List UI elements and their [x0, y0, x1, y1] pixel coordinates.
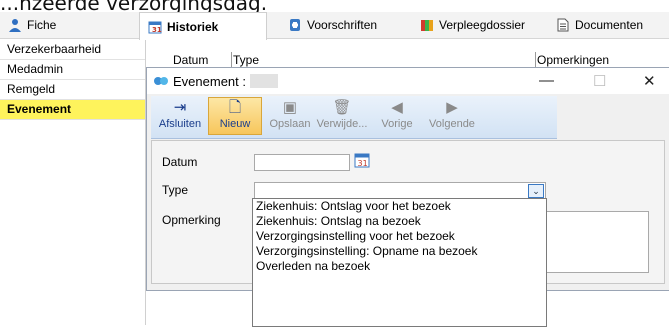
prescription-icon	[288, 18, 302, 32]
exit-icon: ⇥	[173, 99, 187, 116]
tab-voorschriften[interactable]: Voorschriften	[288, 12, 408, 38]
sidebar-item-remgeld[interactable]: Remgeld	[0, 80, 145, 100]
nieuw-button[interactable]: 🗋 Nieuw	[208, 97, 262, 135]
afsluiten-label: Afsluiten	[158, 118, 202, 130]
arrow-right-icon: ▶	[446, 99, 458, 116]
type-option[interactable]: Verzorgingsinstelling voor het bezoek	[253, 229, 546, 244]
volgende-label: Volgende	[429, 118, 475, 130]
type-option[interactable]: Verzorgingsinstelling: Opname na bezoek	[253, 244, 546, 259]
books-icon	[420, 18, 434, 32]
volgende-button[interactable]: ▶ Volgende	[426, 98, 478, 130]
type-dropdown-list: Ziekenhuis: Ontslag voor het bezoek Ziek…	[252, 198, 547, 327]
dialog-toolbar: ⇥ Afsluiten 🗋 Nieuw ▣ Opslaan 🗑 Verwijde…	[151, 96, 557, 139]
type-dropdown[interactable]: ⌄	[254, 182, 546, 199]
column-header-type[interactable]: Type	[233, 53, 259, 67]
nieuw-label: Nieuw	[219, 118, 251, 130]
sidebar-item-verzekerbaarheid[interactable]: Verzekerbaarheid	[0, 40, 145, 60]
tab-documenten-label: Documenten	[575, 18, 644, 32]
verwijderen-button[interactable]: 🗑 Verwijde...	[316, 98, 368, 130]
tab-historiek-label: Historiek	[167, 19, 219, 34]
trash-icon: 🗑	[332, 99, 352, 116]
dialog-title: Evenement :	[173, 73, 246, 89]
new-document-icon: 🗋	[228, 99, 242, 116]
document-icon	[556, 18, 570, 32]
opslaan-label: Opslaan	[269, 118, 311, 130]
svg-text:31: 31	[358, 159, 368, 168]
vorige-button[interactable]: ◀ Vorige	[371, 98, 423, 130]
type-label: Type	[162, 183, 189, 197]
user-icon	[8, 18, 22, 32]
calendar-icon: 31	[148, 20, 162, 34]
verwijderen-label: Verwijde...	[316, 118, 368, 130]
dialog-app-icon	[153, 74, 169, 88]
sidebar-item-evenement[interactable]: Evenement	[0, 100, 145, 120]
arrow-left-icon: ◀	[391, 99, 403, 116]
chevron-down-icon[interactable]: ⌄	[528, 184, 544, 198]
save-icon: ▣	[282, 99, 298, 116]
top-tab-bar: Fiche 31 Historiek Voorschriften Verplee…	[0, 12, 669, 40]
sidebar: Verzekerbaarheid Medadmin Remgeld Evenem…	[0, 40, 146, 325]
maximize-icon[interactable]: ☐	[593, 72, 606, 90]
type-option[interactable]: Ziekenhuis: Ontslag na bezoek	[253, 214, 546, 229]
vorige-label: Vorige	[381, 118, 413, 130]
afsluiten-button[interactable]: ⇥ Afsluiten	[154, 98, 206, 130]
tab-fiche-label: Fiche	[27, 18, 57, 32]
tab-verpleegdossier[interactable]: Verpleegdossier	[420, 12, 540, 38]
close-icon[interactable]: ✕	[643, 72, 656, 90]
datum-label: Datum	[162, 155, 198, 169]
column-divider	[231, 52, 232, 67]
tab-voorschriften-label: Voorschriften	[307, 18, 378, 32]
type-option[interactable]: Overleden na bezoek	[253, 259, 546, 274]
calendar-picker-icon[interactable]: 31	[354, 152, 370, 171]
minimize-icon[interactable]: —	[539, 72, 554, 89]
tab-historiek[interactable]: 31 Historiek	[139, 12, 267, 40]
datum-field[interactable]	[254, 154, 350, 171]
svg-text:31: 31	[152, 26, 162, 34]
redacted-patient-name	[250, 74, 278, 88]
column-divider	[535, 52, 536, 67]
tab-documenten[interactable]: Documenten	[556, 12, 666, 38]
history-grid-header: Datum Type Opmerkingen	[147, 52, 669, 68]
dialog-titlebar: Evenement : — ☐ ✕	[147, 68, 669, 94]
tab-verpleegdossier-label: Verpleegdossier	[439, 18, 526, 32]
column-header-opmerkingen[interactable]: Opmerkingen	[537, 53, 609, 67]
tab-fiche[interactable]: Fiche	[8, 12, 128, 38]
type-option[interactable]: Ziekenhuis: Ontslag voor het bezoek	[253, 199, 546, 214]
opslaan-button[interactable]: ▣ Opslaan	[264, 98, 316, 130]
column-header-datum[interactable]: Datum	[173, 53, 208, 67]
sidebar-item-medadmin[interactable]: Medadmin	[0, 60, 145, 80]
opmerking-label: Opmerking	[162, 213, 221, 227]
